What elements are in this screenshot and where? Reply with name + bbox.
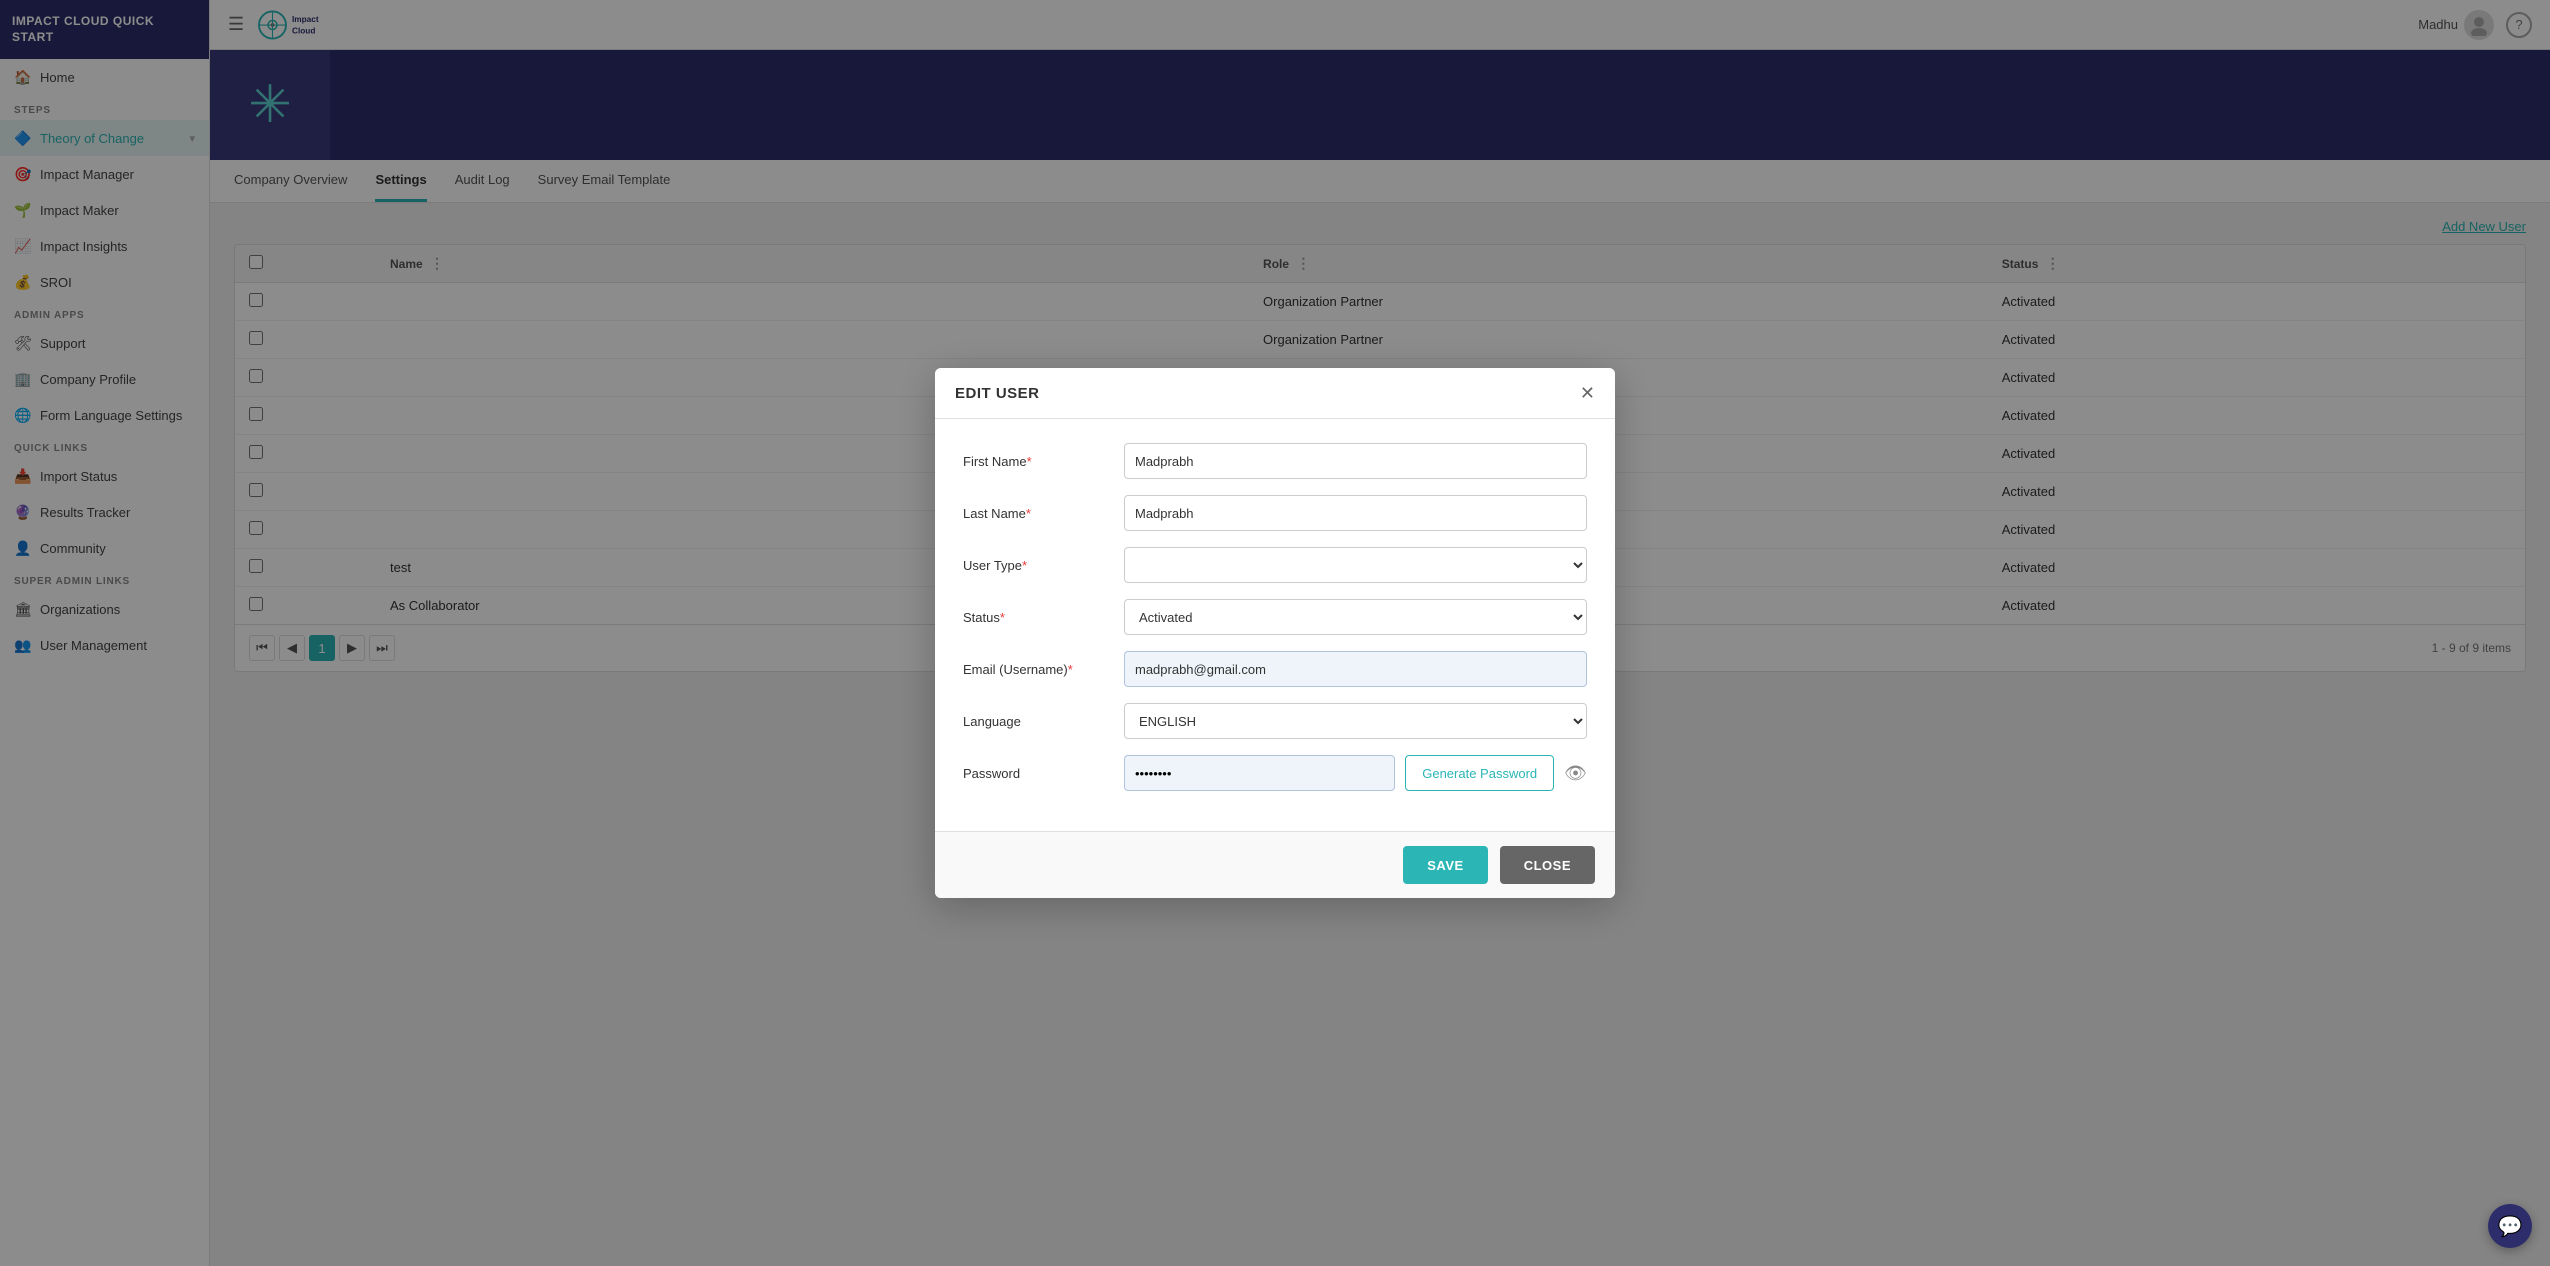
status-row: Status* Activated Deactivated [963,599,1587,635]
status-select[interactable]: Activated Deactivated [1124,599,1587,635]
first-name-label: First Name* [963,454,1108,469]
language-label: Language [963,714,1108,729]
password-input[interactable] [1124,755,1395,791]
password-row: Password Generate Password 👁 [963,755,1587,791]
email-row: Email (Username)* [963,651,1587,687]
password-controls: Generate Password 👁 [1124,755,1587,791]
email-label: Email (Username)* [963,662,1108,677]
modal-footer: SAVE CLOSE [935,831,1615,898]
modal-title: EDIT USER [955,385,1040,402]
modal-overlay[interactable]: EDIT USER ✕ First Name* Last Name* [0,0,2550,1266]
last-name-row: Last Name* [963,495,1587,531]
last-name-label: Last Name* [963,506,1108,521]
password-label: Password [963,766,1108,781]
generate-password-button[interactable]: Generate Password [1405,755,1554,791]
language-row: Language ENGLISH SPANISH FRENCH [963,703,1587,739]
user-type-row: User Type* Admin User Viewer [963,547,1587,583]
modal-header: EDIT USER ✕ [935,368,1615,419]
user-type-select[interactable]: Admin User Viewer [1124,547,1587,583]
user-type-label: User Type* [963,558,1108,573]
language-select[interactable]: ENGLISH SPANISH FRENCH [1124,703,1587,739]
first-name-row: First Name* [963,443,1587,479]
chat-bubble-button[interactable]: 💬 [2488,1204,2532,1248]
save-button[interactable]: SAVE [1403,846,1487,884]
email-input[interactable] [1124,651,1587,687]
toggle-password-icon[interactable]: 👁 [1564,763,1587,784]
last-name-input[interactable] [1124,495,1587,531]
modal-body: First Name* Last Name* User Type* Admin [935,419,1615,831]
modal-x-button[interactable]: ✕ [1580,384,1595,402]
first-name-input[interactable] [1124,443,1587,479]
close-button[interactable]: CLOSE [1500,846,1595,884]
status-label: Status* [963,610,1108,625]
edit-user-modal: EDIT USER ✕ First Name* Last Name* [935,368,1615,898]
